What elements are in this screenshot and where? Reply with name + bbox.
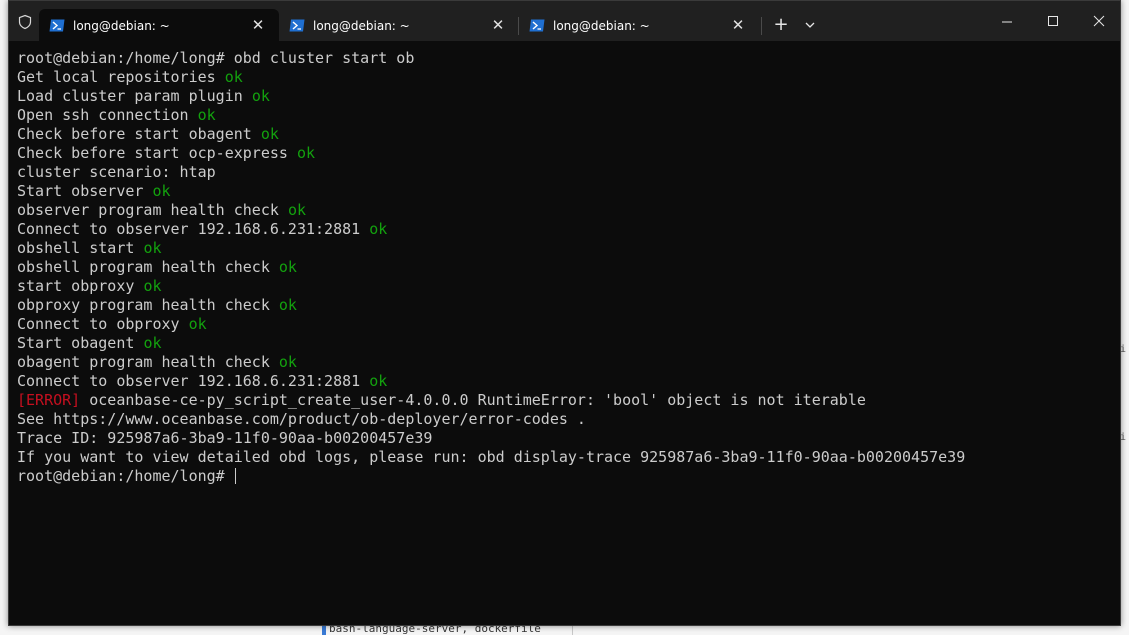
terminal-line: obagent program health check ok <box>17 353 1107 372</box>
line-text: Load cluster param plugin <box>17 87 243 105</box>
background-mark: i <box>1120 432 1127 443</box>
status-ok: ok <box>296 144 316 162</box>
status-ok: ok <box>278 353 297 371</box>
terminal-line: observer program health check ok <box>17 201 1107 220</box>
background-mark: i <box>1120 344 1127 355</box>
line-text: Start obagent <box>17 334 135 352</box>
terminal-line: Start obagent ok <box>17 334 1107 353</box>
line-text: start obproxy <box>17 277 135 295</box>
status-ok: ok <box>143 277 162 295</box>
line-text: obproxy program health check <box>17 296 270 314</box>
terminal-line: Connect to observer 192.168.6.231:2881 o… <box>17 372 1107 391</box>
status-ok: ok <box>143 334 162 352</box>
line-text: Start observer <box>17 182 144 200</box>
terminal-line: Get local repositories ok <box>17 68 1107 87</box>
title-bar[interactable]: long@debian: ~ ✕ long@debian: ~ ✕ long@d… <box>9 1 1120 41</box>
status-ok: ok <box>143 239 162 257</box>
powershell-icon <box>529 19 545 32</box>
line-text: Trace ID: 925987a6-3ba9-11f0-90aa-b00200… <box>17 429 433 447</box>
terminal-line: obshell start ok <box>17 239 1107 258</box>
terminal-line: Trace ID: 925987a6-3ba9-11f0-90aa-b00200… <box>17 429 1107 448</box>
minimize-icon[interactable] <box>987 9 1027 35</box>
line-text: Get local repositories <box>17 68 216 86</box>
terminal-line: Check before start ocp-express ok <box>17 144 1107 163</box>
status-ok: ok <box>278 258 297 276</box>
status-ok: ok <box>278 296 297 314</box>
status-ok: ok <box>287 201 306 219</box>
chevron-down-icon[interactable] <box>801 15 819 35</box>
powershell-icon <box>49 19 65 32</box>
status-ok: ok <box>369 372 388 390</box>
status-ok: ok <box>224 68 243 86</box>
tab-separator <box>761 17 762 35</box>
close-icon[interactable] <box>1079 9 1119 35</box>
line-text: obshell program health check <box>17 258 270 276</box>
terminal-line: obshell program health check ok <box>17 258 1107 277</box>
tab-2[interactable]: long@debian: ~ ✕ <box>279 9 519 41</box>
terminal-line: start obproxy ok <box>17 277 1107 296</box>
terminal-line: Connect to observer 192.168.6.231:2881 o… <box>17 220 1107 239</box>
line-text: cluster scenario: htap <box>17 163 216 181</box>
prompt-line[interactable]: root@debian:/home/long# <box>17 467 1107 486</box>
shield-icon[interactable] <box>17 14 33 30</box>
terminal-output[interactable]: root@debian:/home/long# obd cluster star… <box>17 49 1107 486</box>
status-ok: ok <box>152 182 171 200</box>
tab-1[interactable]: long@debian: ~ ✕ <box>39 9 279 41</box>
status-ok: ok <box>197 106 216 124</box>
terminal-line: obproxy program health check ok <box>17 296 1107 315</box>
terminal-line: If you want to view detailed obd logs, p… <box>17 448 1107 467</box>
line-text: oceanbase-ce-py_script_create_user-4.0.0… <box>89 391 866 409</box>
line-text: Connect to obproxy <box>17 315 180 333</box>
close-icon[interactable]: ✕ <box>250 17 266 33</box>
background-window-edge <box>1121 0 1129 635</box>
status-ok: ok <box>369 220 388 238</box>
status-ok: ok <box>260 125 279 143</box>
line-text: Check before start ocp-express <box>17 144 288 162</box>
line-text: Connect to observer 192.168.6.231:2881 <box>17 372 361 390</box>
prompt: root@debian:/home/long# <box>17 467 234 485</box>
powershell-icon <box>289 19 305 32</box>
line-text: See https://www.oceanbase.com/product/ob… <box>17 410 586 428</box>
terminal-line: See https://www.oceanbase.com/product/ob… <box>17 410 1107 429</box>
terminal-window[interactable]: long@debian: ~ ✕ long@debian: ~ ✕ long@d… <box>8 0 1121 626</box>
terminal-line: Connect to obproxy ok <box>17 315 1107 334</box>
error-prefix: [ERROR] <box>17 391 81 409</box>
tab-label: long@debian: ~ <box>313 19 410 33</box>
terminal-line: cluster scenario: htap <box>17 163 1107 182</box>
terminal-line: root@debian:/home/long# obd cluster star… <box>17 49 1107 68</box>
tab-label: long@debian: ~ <box>553 19 650 33</box>
status-ok: ok <box>188 315 207 333</box>
status-ok: ok <box>251 87 270 105</box>
close-icon[interactable]: ✕ <box>490 17 506 33</box>
close-icon[interactable]: ✕ <box>730 17 746 33</box>
terminal-line: [ERROR] oceanbase-ce-py_script_create_us… <box>17 391 1107 410</box>
tab-label: long@debian: ~ <box>73 19 170 33</box>
plus-icon[interactable]: + <box>771 15 791 35</box>
line-text: obagent program health check <box>17 353 270 371</box>
line-text: Open ssh connection <box>17 106 189 124</box>
line-text: root@debian:/home/long# obd cluster star… <box>17 49 415 67</box>
line-text: obshell start <box>17 239 135 257</box>
terminal-line: Load cluster param plugin ok <box>17 87 1107 106</box>
line-text: observer program health check <box>17 201 279 219</box>
terminal-line: Check before start obagent ok <box>17 125 1107 144</box>
line-text: Connect to observer 192.168.6.231:2881 <box>17 220 361 238</box>
tab-3[interactable]: long@debian: ~ ✕ <box>519 9 759 41</box>
line-text: Check before start obagent <box>17 125 252 143</box>
terminal-line: Start observer ok <box>17 182 1107 201</box>
terminal-line: Open ssh connection ok <box>17 106 1107 125</box>
line-text: If you want to view detailed obd logs, p… <box>17 448 966 466</box>
text-cursor <box>234 468 236 484</box>
maximize-icon[interactable] <box>1033 9 1073 35</box>
